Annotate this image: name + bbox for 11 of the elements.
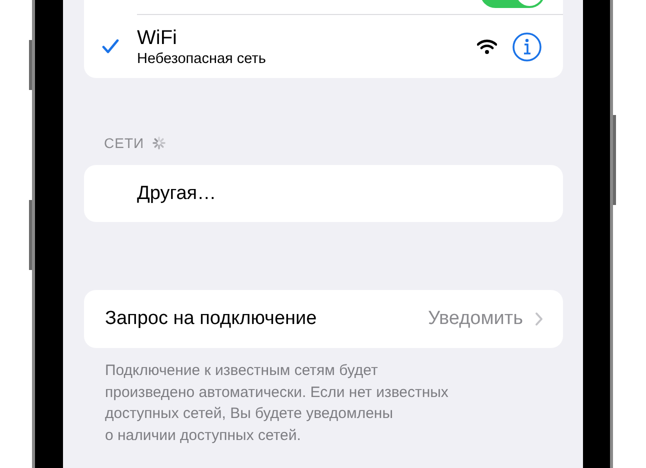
section-header: СЕТИ bbox=[104, 135, 144, 151]
row-label: Запрос на подключение bbox=[105, 308, 318, 330]
row-value: Уведомить bbox=[428, 308, 523, 330]
footer-note: Подключение к известным сетям будет произведено автоматически. Если нет известных доступных сетей, Вы будете уведомлены о наличии доступных сетей. bbox=[105, 361, 450, 446]
network-status: Небезопасная сеть bbox=[137, 50, 266, 68]
network-row[interactable]: Другая… bbox=[84, 165, 563, 222]
network-name: WiFi bbox=[137, 26, 177, 50]
wifi-icon bbox=[477, 39, 497, 54]
info-icon[interactable] bbox=[512, 32, 542, 62]
chevron-icon bbox=[535, 312, 543, 326]
ask-to-join-row[interactable]: Запрос на подключение Уведомить bbox=[84, 290, 563, 348]
